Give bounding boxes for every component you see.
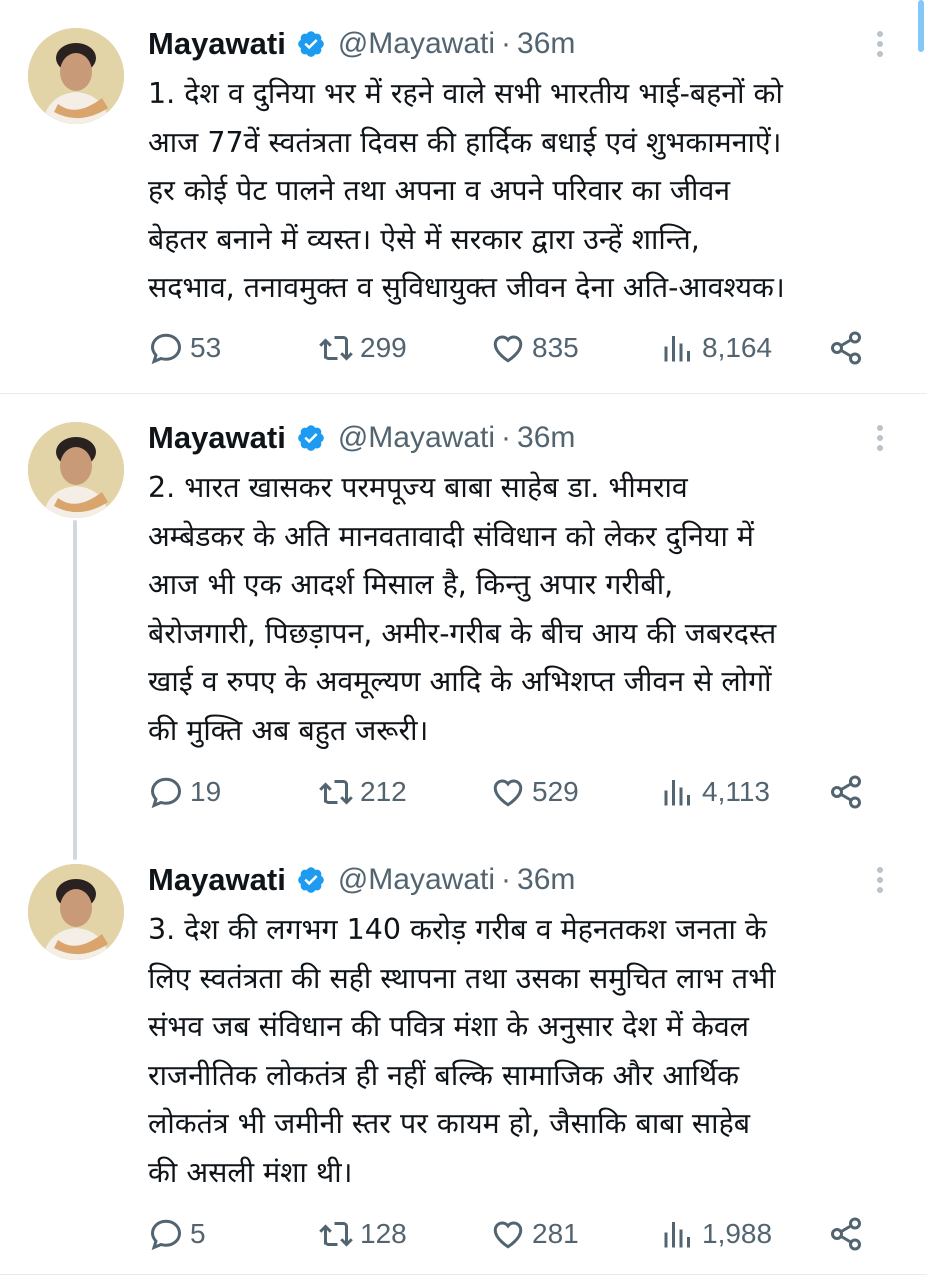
- share-button[interactable]: [828, 772, 870, 812]
- tweet-header: Mayawati @Mayawati · 36m: [148, 858, 575, 902]
- avatar[interactable]: [28, 422, 124, 518]
- views-button[interactable]: 8,164: [660, 328, 772, 368]
- author-handle[interactable]: @Mayawati: [338, 421, 495, 455]
- retweet-count: 128: [360, 1218, 407, 1249]
- share-icon: [831, 775, 861, 809]
- views-count: 8,164: [702, 332, 773, 363]
- retweet-button[interactable]: 212: [318, 772, 407, 812]
- reply-button[interactable]: 53: [148, 328, 221, 368]
- verified-badge-icon: [298, 425, 324, 451]
- views-button[interactable]: 1,988: [660, 1214, 772, 1254]
- author-handle[interactable]: @Mayawati: [338, 863, 495, 897]
- share-icon: [831, 331, 861, 365]
- like-button[interactable]: 529: [490, 772, 579, 812]
- timestamp[interactable]: 36m: [517, 863, 575, 897]
- views-count: 1,988: [702, 1218, 773, 1249]
- thread-line: [73, 520, 77, 860]
- reply-count: 53: [190, 332, 222, 363]
- like-count: 529: [532, 776, 579, 807]
- views-count: 4,113: [702, 776, 770, 807]
- tweet-actions: 19 212 529 4,113: [148, 772, 888, 812]
- retweet-count: 299: [360, 332, 407, 363]
- reply-icon: [150, 1219, 182, 1251]
- separator-dot: ·: [501, 421, 512, 454]
- tweet-text: 2. भारत खासकर परमपूज्य बाबा साहेब डा. भी…: [148, 471, 777, 747]
- like-icon: [493, 1221, 523, 1249]
- verified-badge-icon: [298, 31, 324, 57]
- author-name[interactable]: Mayawati: [148, 862, 286, 898]
- views-icon: [664, 780, 690, 806]
- like-button[interactable]: 835: [490, 328, 579, 368]
- separator-dot: ·: [501, 27, 512, 60]
- views-icon: [664, 1222, 690, 1248]
- retweet-count: 212: [360, 776, 407, 807]
- avatar[interactable]: [28, 864, 124, 960]
- more-options-icon[interactable]: [868, 862, 892, 898]
- tweet-text: 1. देश व दुनिया भर में रहने वाले सभी भार…: [148, 77, 785, 304]
- verified-badge-icon: [298, 867, 324, 893]
- tweet-header: Mayawati @Mayawati · 36m: [148, 22, 575, 66]
- reply-button[interactable]: 19: [148, 772, 221, 812]
- author-name[interactable]: Mayawati: [148, 420, 286, 456]
- avatar[interactable]: [28, 28, 124, 124]
- like-icon: [493, 779, 523, 807]
- tweet-divider: [0, 393, 927, 394]
- more-options-icon[interactable]: [868, 420, 892, 456]
- reply-button[interactable]: 5: [148, 1214, 206, 1254]
- retweet-button[interactable]: 299: [318, 328, 407, 368]
- reply-count: 5: [190, 1218, 206, 1249]
- views-button[interactable]: 4,113: [660, 772, 770, 812]
- views-icon: [664, 336, 690, 362]
- scrollbar[interactable]: [918, 0, 924, 52]
- more-options-icon[interactable]: [868, 26, 892, 62]
- share-icon: [831, 1217, 861, 1251]
- timestamp[interactable]: 36m: [517, 421, 575, 455]
- author-name[interactable]: Mayawati: [148, 26, 286, 62]
- share-button[interactable]: [828, 328, 870, 368]
- tweet-header: Mayawati @Mayawati · 36m: [148, 416, 575, 460]
- like-icon: [493, 335, 523, 363]
- author-handle[interactable]: @Mayawati: [338, 27, 495, 61]
- like-count: 835: [532, 332, 579, 363]
- tweet-divider: [0, 1274, 927, 1275]
- reply-icon: [150, 777, 182, 809]
- like-button[interactable]: 281: [490, 1214, 579, 1254]
- tweet-text: 3. देश की लगभग 140 करोड़ गरीब व मेहनतकश …: [148, 913, 776, 1189]
- tweet-actions: 5 128 281 1,988: [148, 1214, 888, 1254]
- separator-dot: ·: [501, 863, 512, 896]
- retweet-button[interactable]: 128: [318, 1214, 407, 1254]
- like-count: 281: [532, 1218, 579, 1249]
- tweet-actions: 53 299 835 8,164: [148, 328, 888, 368]
- retweet-icon: [319, 336, 353, 361]
- reply-count: 19: [190, 776, 222, 807]
- retweet-icon: [319, 780, 353, 805]
- timestamp[interactable]: 36m: [517, 27, 575, 61]
- share-button[interactable]: [828, 1214, 870, 1254]
- retweet-icon: [319, 1222, 353, 1247]
- reply-icon: [150, 333, 182, 365]
